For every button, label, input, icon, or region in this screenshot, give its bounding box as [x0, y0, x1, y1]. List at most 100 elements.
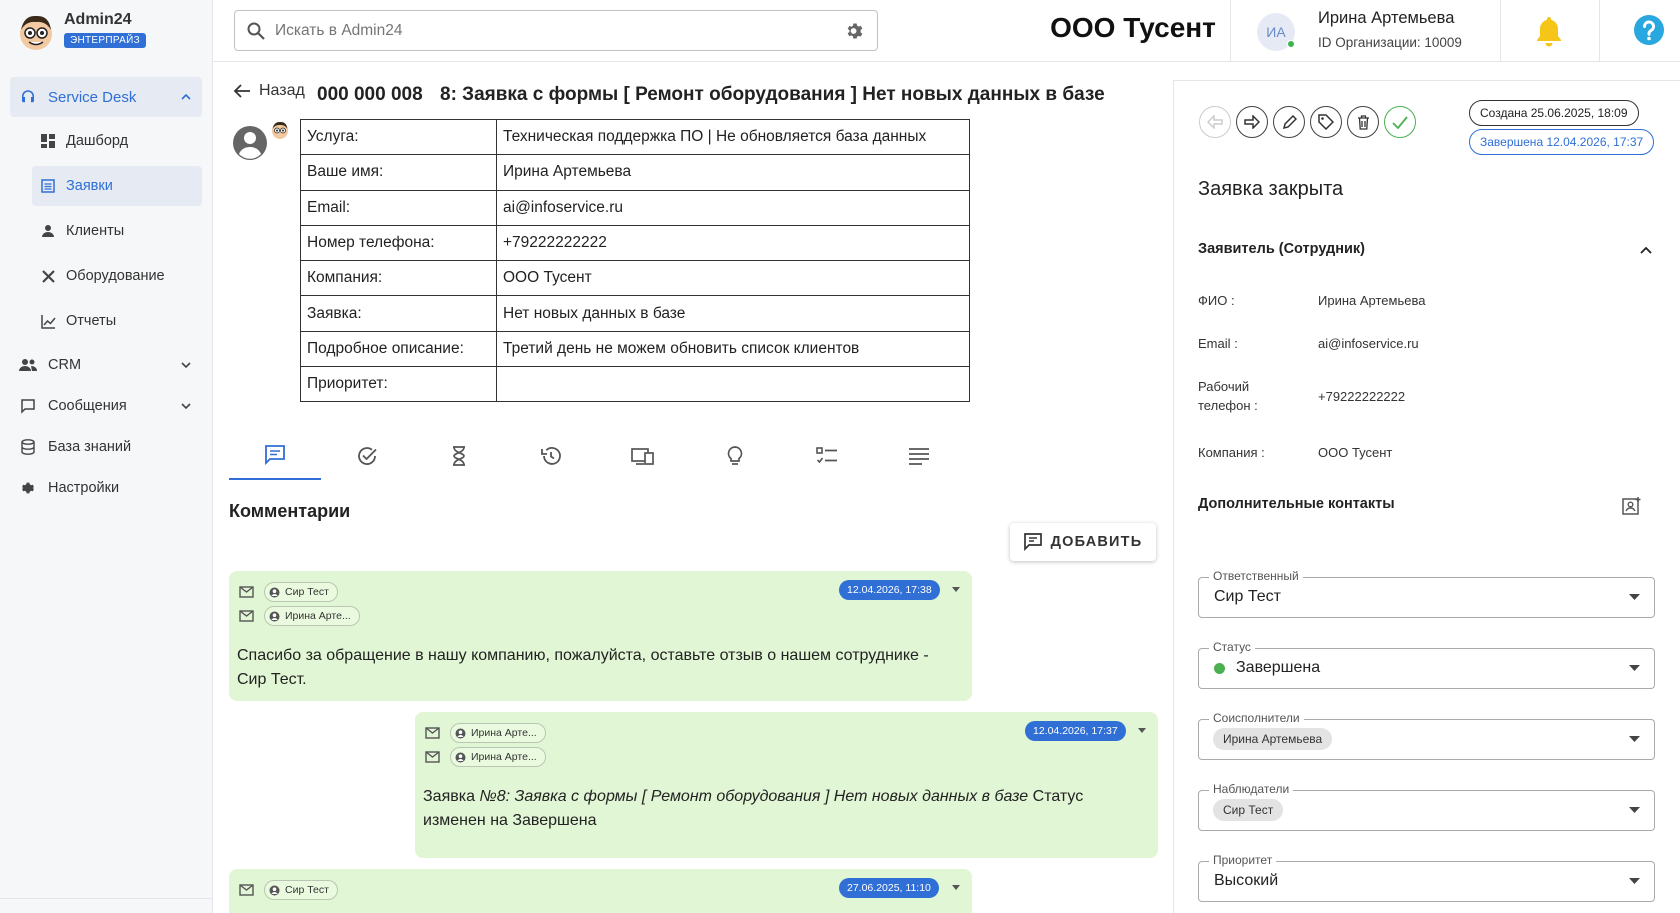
- table-row: Приоритет:: [300, 366, 970, 403]
- chevron-up-icon[interactable]: [1639, 245, 1653, 255]
- reply-back-button[interactable]: [1199, 106, 1231, 138]
- nav-reports-label: Отчеты: [66, 313, 117, 329]
- observers-select[interactable]: Наблюдатели Сир Тест: [1198, 782, 1655, 831]
- field-key: Email :: [1198, 336, 1238, 351]
- comment-recipient-chip: Ирина Арте...: [264, 606, 360, 626]
- gear-icon: [18, 478, 38, 498]
- nav-service-desk-label: Service Desk: [48, 88, 137, 106]
- edit-button[interactable]: [1273, 106, 1305, 138]
- nav-dashboard[interactable]: Дашборд: [32, 121, 202, 161]
- table-cell-value: Третий день не можем обновить список кли…: [496, 330, 970, 368]
- nav-equipment[interactable]: Оборудование: [32, 256, 202, 296]
- comment-author-chip: Сир Тест: [264, 880, 338, 900]
- user-circle-icon: [455, 752, 466, 763]
- mail-out-icon: [239, 585, 256, 599]
- database-icon: [18, 437, 38, 457]
- ticket-title: 8: Заявка с формы [ Ремонт оборудования …: [440, 84, 1105, 105]
- undo-arrow-icon: [1207, 115, 1223, 129]
- created-date-badge: Создана 25.06.2025, 18:09: [1469, 100, 1639, 126]
- back-label: Назад: [259, 82, 305, 99]
- mail-in-icon: [239, 609, 256, 623]
- nav-messages[interactable]: Сообщения: [10, 386, 202, 426]
- search-input[interactable]: [275, 21, 845, 40]
- coexecutor-tag[interactable]: Ирина Артемьева: [1213, 728, 1333, 750]
- table-row: Подробное описание: Третий день не можем …: [300, 330, 970, 368]
- observer-tag[interactable]: Сир Тест: [1213, 799, 1284, 821]
- tab-tasks[interactable]: [321, 432, 413, 480]
- help-icon[interactable]: [1633, 14, 1665, 46]
- table-cell-key: Компания:: [300, 260, 497, 297]
- comment-from-row: Ирина Арте...: [425, 723, 546, 743]
- people-icon: [18, 355, 38, 375]
- plan-badge: ЭНТЕРПРАЙЗ: [64, 33, 146, 48]
- lightbulb-icon: [726, 445, 744, 467]
- field-key: ФИО :: [1198, 293, 1235, 308]
- coexecutors-select[interactable]: Соисполнители Ирина Артемьева: [1198, 711, 1655, 760]
- nav-tickets[interactable]: Заявки: [32, 166, 202, 206]
- nav-settings[interactable]: Настройки: [10, 468, 202, 508]
- select-label: Наблюдатели: [1209, 782, 1294, 796]
- table-cell-value: ai@infoservice.ru: [496, 189, 970, 226]
- table-cell-value: Ирина Артемьева: [496, 154, 970, 191]
- pencil-icon: [1282, 114, 1297, 130]
- header-divider: [1599, 0, 1600, 62]
- field-value: +79222222222: [1318, 389, 1406, 404]
- comments-title: Комментарии: [229, 501, 351, 521]
- bell-icon[interactable]: [1535, 15, 1563, 47]
- forward-arrow-icon: [1244, 115, 1260, 129]
- nav-tickets-label: Заявки: [66, 178, 113, 194]
- ticket-details-panel: Создана 25.06.2025, 18:09 Завершена 12.0…: [1173, 80, 1680, 913]
- table-row: Ваше имя: Ирина Артемьева: [300, 154, 970, 191]
- nav-clients[interactable]: Клиенты: [32, 211, 202, 251]
- priority-select[interactable]: Приоритет Высокий: [1198, 853, 1655, 902]
- nav-reports[interactable]: Отчеты: [32, 301, 202, 341]
- tab-time[interactable]: [413, 432, 505, 480]
- tab-checklist[interactable]: [781, 432, 873, 480]
- person-icon: [38, 221, 58, 241]
- caret-down-icon: [1629, 665, 1640, 672]
- nav-crm[interactable]: CRM: [10, 345, 202, 385]
- comment-date: 12.04.2026, 17:37: [1025, 721, 1126, 741]
- field-key: Компания :: [1198, 445, 1265, 460]
- complete-button[interactable]: [1384, 106, 1416, 138]
- tab-comments[interactable]: [229, 432, 321, 480]
- mail-in-icon: [425, 750, 442, 764]
- headset-icon: [18, 87, 38, 107]
- chevron-up-icon: [180, 91, 192, 103]
- caret-down-icon[interactable]: [1138, 728, 1146, 734]
- comment-to-row: Ирина Арте...: [239, 606, 360, 626]
- search-bar: [234, 10, 878, 51]
- forward-button[interactable]: [1236, 106, 1268, 138]
- add-comment-button[interactable]: ДОБАВИТЬ: [1010, 523, 1156, 561]
- nav-knowledge-base[interactable]: База знаний: [10, 427, 202, 467]
- table-cell-key: Приоритет:: [300, 366, 497, 403]
- table-cell-value: Нет новых данных в базе: [496, 295, 970, 332]
- completed-date-badge: Завершена 12.04.2026, 17:37: [1469, 129, 1655, 155]
- table-row: Компания: ООО Тусент: [300, 260, 970, 297]
- caret-down-icon[interactable]: [952, 885, 960, 891]
- comment-to-row: Ирина Арте...: [425, 747, 546, 767]
- add-contact-icon[interactable]: [1622, 496, 1642, 516]
- table-cell-value: Техническая поддержка ПО | Не обновляетс…: [496, 118, 970, 156]
- responsible-select[interactable]: Ответственный Сир Тест: [1198, 569, 1655, 618]
- delete-button[interactable]: [1347, 106, 1379, 138]
- comment-card: Сир Тест Ирина Арте... 12.04.2026, 17:38…: [229, 571, 972, 701]
- devices-icon: [631, 446, 655, 466]
- tag-button[interactable]: [1310, 106, 1342, 138]
- tab-description[interactable]: [873, 432, 965, 480]
- tab-devices[interactable]: [597, 432, 689, 480]
- tab-ideas[interactable]: [689, 432, 781, 480]
- table-cell-key: Email:: [300, 189, 497, 226]
- comment-card: Сир Тест 27.06.2025, 11:10: [229, 869, 972, 913]
- brand-name: Admin24: [64, 11, 132, 28]
- tab-history[interactable]: [505, 432, 597, 480]
- mail-out-icon: [425, 726, 442, 740]
- caret-down-icon: [1629, 878, 1640, 885]
- comment-from-row: Сир Тест: [239, 880, 338, 900]
- status-select[interactable]: Статус Завершена: [1198, 640, 1655, 689]
- search-settings-icon[interactable]: [845, 21, 865, 41]
- caret-down-icon[interactable]: [952, 587, 960, 593]
- comment-date: 12.04.2026, 17:38: [839, 580, 940, 600]
- nav-service-desk[interactable]: Service Desk: [10, 77, 202, 117]
- back-button[interactable]: Назад: [233, 82, 305, 100]
